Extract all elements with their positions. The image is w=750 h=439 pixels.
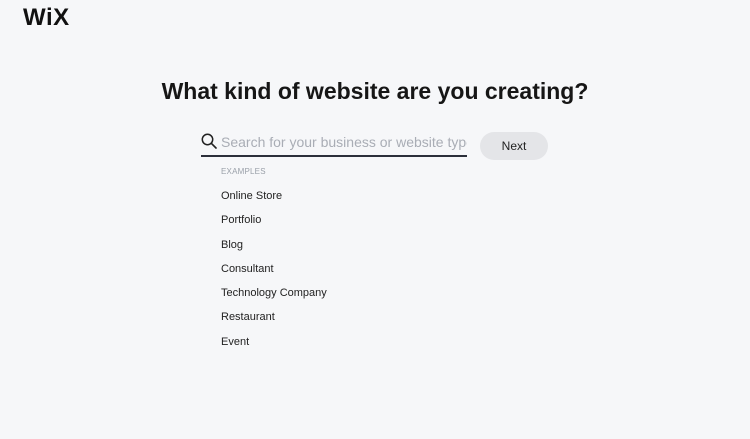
example-item-technology-company[interactable]: Technology Company: [221, 286, 327, 300]
example-item-restaurant[interactable]: Restaurant: [221, 310, 327, 324]
page-title: What kind of website are you creating?: [161, 78, 589, 104]
example-item-online-store[interactable]: Online Store: [221, 189, 327, 203]
example-item-event[interactable]: Event: [221, 335, 327, 349]
example-item-portfolio[interactable]: Portfolio: [221, 213, 327, 227]
examples-label: EXAMPLES: [221, 167, 266, 176]
wix-logo[interactable]: WiX: [23, 6, 70, 30]
example-item-blog[interactable]: Blog: [221, 238, 327, 252]
search-input[interactable]: [221, 131, 467, 153]
example-item-consultant[interactable]: Consultant: [221, 262, 327, 276]
page: WiX What kind of website are you creatin…: [0, 0, 750, 439]
search-field[interactable]: [201, 129, 467, 157]
examples-list: EXAMPLES Online Store Portfolio Blog Con…: [221, 167, 327, 359]
search-icon: [201, 133, 217, 149]
next-button[interactable]: Next: [480, 132, 548, 160]
